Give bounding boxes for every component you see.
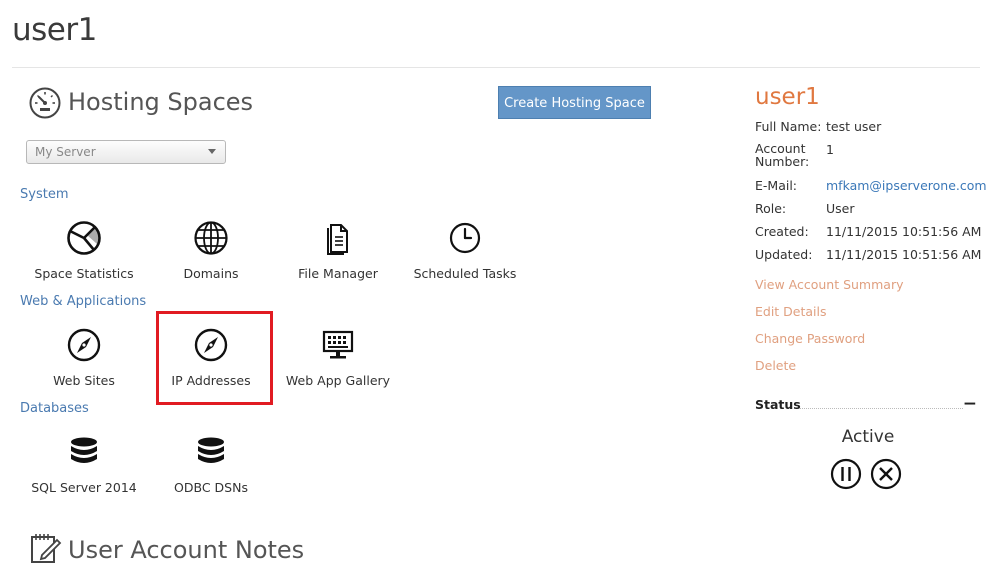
tile-scheduled-tasks[interactable]: Scheduled Tasks bbox=[401, 220, 529, 281]
info-value: User bbox=[826, 201, 855, 216]
database-icon bbox=[71, 437, 97, 463]
info-value: test user bbox=[826, 119, 882, 134]
monitor-grid-icon bbox=[322, 330, 354, 359]
tile-domains[interactable]: Domains bbox=[147, 220, 275, 281]
status-divider bbox=[799, 408, 963, 409]
chevron-down-icon bbox=[208, 149, 216, 154]
page-title: user1 bbox=[12, 12, 97, 48]
tile-file-manager[interactable]: File Manager bbox=[274, 220, 402, 281]
server-select-value: My Server bbox=[35, 145, 96, 159]
info-label: Role: bbox=[755, 201, 787, 216]
globe-icon bbox=[194, 221, 228, 255]
hosting-spaces-heading: Hosting Spaces bbox=[68, 88, 254, 116]
status-value: Active bbox=[841, 427, 895, 447]
tile-space-statistics[interactable]: Space Statistics bbox=[20, 220, 148, 281]
tile-sql-server-2014[interactable]: SQL Server 2014 bbox=[20, 434, 148, 495]
tile-label: Domains bbox=[183, 266, 239, 281]
user-account-notes-heading: User Account Notes bbox=[68, 536, 305, 564]
tile-web-app-gallery[interactable]: Web App Gallery bbox=[274, 327, 402, 388]
info-value: 1 bbox=[826, 142, 834, 157]
edit-details-link[interactable]: Edit Details bbox=[755, 304, 827, 319]
group-label-web-applications: Web & Applications bbox=[20, 294, 147, 309]
status-heading: Status bbox=[755, 397, 801, 412]
tile-web-sites[interactable]: Web Sites bbox=[20, 327, 148, 388]
tile-label: File Manager bbox=[298, 266, 378, 281]
info-label: E-Mail: bbox=[755, 178, 798, 193]
file-icon bbox=[327, 224, 348, 255]
tile-label: ODBC DSNs bbox=[174, 480, 248, 495]
cancel-icon[interactable] bbox=[870, 458, 902, 490]
tile-label: Web Sites bbox=[53, 373, 115, 388]
ip-addresses-highlight bbox=[156, 311, 273, 405]
tile-label: SQL Server 2014 bbox=[31, 480, 137, 495]
info-value: 11/11/2015 10:51:56 AM bbox=[826, 247, 982, 262]
create-hosting-space-button[interactable]: Create Hosting Space bbox=[498, 86, 651, 119]
tile-label: Web App Gallery bbox=[285, 373, 391, 388]
clock-icon bbox=[449, 222, 481, 254]
tile-label: Space Statistics bbox=[34, 266, 134, 281]
email-link[interactable]: mfkam@ipserverone.com bbox=[826, 178, 987, 193]
pause-icon[interactable] bbox=[830, 458, 862, 490]
collapse-status-button[interactable]: − bbox=[963, 394, 977, 414]
delete-link[interactable]: Delete bbox=[755, 358, 796, 373]
database-icon bbox=[198, 437, 224, 463]
status-header: Status − bbox=[755, 394, 977, 414]
compass-icon bbox=[67, 328, 101, 362]
pie-chart-icon bbox=[67, 221, 101, 255]
header-divider bbox=[12, 67, 980, 68]
change-password-link[interactable]: Change Password bbox=[755, 331, 865, 346]
notepad-pencil-icon bbox=[31, 534, 62, 563]
tile-label: Scheduled Tasks bbox=[413, 266, 517, 281]
server-select[interactable]: My Server bbox=[26, 140, 226, 164]
info-label: Updated: bbox=[755, 247, 813, 262]
dashboard-gauge-icon bbox=[29, 87, 61, 119]
group-label-databases: Databases bbox=[20, 401, 89, 416]
tile-odbc-dsns[interactable]: ODBC DSNs bbox=[147, 434, 275, 495]
info-label: Full Name: bbox=[755, 119, 822, 134]
view-account-summary-link[interactable]: View Account Summary bbox=[755, 277, 904, 292]
info-value: 11/11/2015 10:51:56 AM bbox=[826, 224, 982, 239]
info-label: Account Number: bbox=[755, 141, 810, 169]
group-label-system: System bbox=[20, 187, 69, 202]
info-label: Created: bbox=[755, 224, 809, 239]
sidebar-username: user1 bbox=[755, 84, 820, 110]
